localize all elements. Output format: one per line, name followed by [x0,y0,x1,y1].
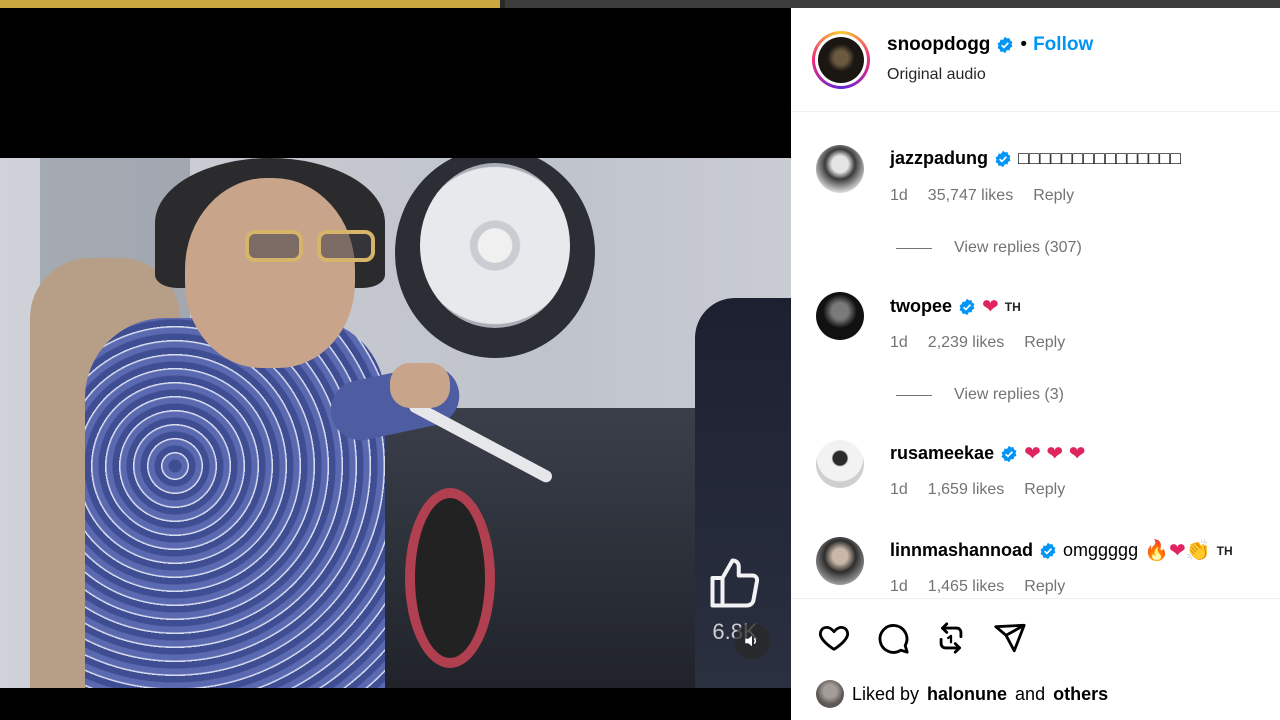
comment-line: twopee ❤ TH [890,296,1021,317]
comment-likes[interactable]: 2,239 likes [928,334,1005,352]
comment-age[interactable]: 1d [890,187,908,205]
comment-likes[interactable]: 35,747 likes [928,187,1013,205]
comment-avatar[interactable] [816,292,864,340]
comments-list[interactable]: jazzpadung □□□□□□□□□□□□□□□ 1d 35,747 lik… [791,112,1280,598]
owner-avatar[interactable] [812,31,870,89]
flag-emoji: TH [1216,543,1233,558]
view-replies-line [896,247,932,249]
comment-avatar[interactable] [816,537,864,585]
liked-by: Liked by halonune and others [816,680,1108,708]
audio-label[interactable]: Original audio [887,66,986,84]
top-strip-segment [0,0,500,8]
comment-avatar[interactable] [816,440,864,488]
view-replies-button[interactable]: View replies (3) [896,386,1064,404]
view-replies-button[interactable]: View replies (307) [896,239,1082,257]
mute-button[interactable] [734,623,770,659]
repost-icon[interactable] [934,621,968,655]
comment-meta: 1d 2,239 likes Reply [890,334,1065,352]
comment-age[interactable]: 1d [890,334,908,352]
verified-badge-icon [959,298,975,315]
browser-top-strip [0,0,1280,8]
comment-username[interactable]: linnmashannoad [890,540,1033,561]
comment-age[interactable]: 1d [890,578,908,596]
comment-username[interactable]: jazzpadung [890,148,988,169]
verified-badge-icon [1001,445,1017,462]
comment-text: □□□□□□□□□□□□□□□ [1018,148,1182,168]
reply-button[interactable]: Reply [1024,578,1065,596]
post-side-panel: snoopdogg • Follow Original audio jazzpa… [791,8,1280,720]
verified-badge-icon [1040,542,1056,559]
avatar[interactable] [816,680,844,708]
share-icon[interactable] [993,621,1027,655]
comment-meta: 1d 35,747 likes Reply [890,187,1074,205]
owner-line: snoopdogg • Follow [887,34,1093,56]
reply-button[interactable]: Reply [1024,334,1065,352]
video-frame[interactable] [0,158,791,688]
separator-dot: • [1020,34,1028,55]
comment-age[interactable]: 1d [890,481,908,499]
comment-username[interactable]: twopee [890,296,952,317]
video-hand [390,363,450,408]
follow-button[interactable]: Follow [1033,34,1093,56]
video-rim [420,163,570,328]
comment-line: rusameekae ❤ ❤ ❤ [890,443,1085,464]
post-actions-bar [791,598,1280,668]
comment-text: omggggg [1063,540,1139,560]
comment-avatar[interactable] [816,145,864,193]
owner-username[interactable]: snoopdogg [887,34,990,56]
liked-by-user[interactable]: halonune [927,684,1007,705]
view-replies-label: View replies (307) [954,239,1082,256]
liked-by-others[interactable]: others [1053,684,1108,705]
comment-icon[interactable] [876,621,910,655]
post-header: snoopdogg • Follow Original audio [791,8,1280,112]
view-replies-label: View replies (3) [954,386,1064,403]
avatar [818,37,864,83]
video-rear-wheel [405,488,495,668]
top-strip-segment [505,0,1280,8]
video-main-person-body [85,318,385,688]
heart-icon[interactable] [817,621,851,655]
comment-line: linnmashannoad omggggg 🔥❤👏 TH [890,540,1233,561]
liked-by-and: and [1015,683,1046,704]
comment-likes[interactable]: 1,465 likes [928,578,1005,596]
liked-by-prefix: Liked by [852,683,920,704]
video-main-person-head [185,178,355,368]
comment-meta: 1d 1,659 likes Reply [890,481,1065,499]
flag-emoji: TH [1004,299,1021,314]
speaker-icon [745,635,757,647]
comment-line: jazzpadung □□□□□□□□□□□□□□□ [890,148,1181,169]
view-replies-line [896,394,932,396]
comment-text: ❤ ❤ ❤ [1024,442,1086,465]
verified-badge-icon [995,150,1011,167]
comment-text: ❤ [982,295,999,318]
video-sunglasses [245,230,385,266]
verified-badge-icon [997,36,1013,54]
reply-button[interactable]: Reply [1033,187,1074,205]
comment-username[interactable]: rusameekae [890,443,994,464]
video-player[interactable]: 6.8K [0,8,791,720]
reply-button[interactable]: Reply [1024,481,1065,499]
comment-meta: 1d 1,465 likes Reply [890,578,1065,596]
comment-emojis: 🔥❤👏 [1144,539,1211,562]
comment-likes[interactable]: 1,659 likes [928,481,1005,499]
thumbs-up-icon[interactable] [705,553,765,613]
